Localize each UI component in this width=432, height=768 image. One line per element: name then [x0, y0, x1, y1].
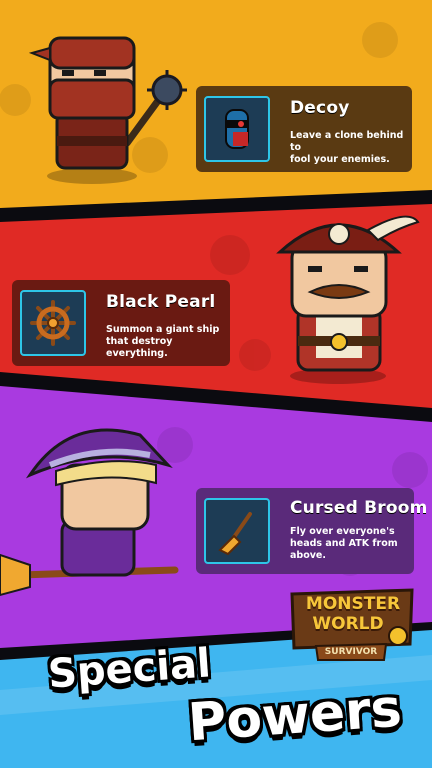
witch-character	[0, 428, 179, 597]
power-description: Summon a giant ship that destroy everyth…	[106, 324, 220, 359]
ship-wheel-icon	[20, 290, 86, 356]
pirate-character	[276, 215, 420, 384]
power-description: Fly over everyone's heads and ATK from a…	[290, 526, 398, 561]
logo-subtitle: SURVIVOR	[324, 647, 378, 657]
power-description: Leave a clone behind to fool your enemie…	[290, 130, 404, 165]
logo-line-1: MONSTER	[305, 594, 401, 614]
power-title: Black Pearl	[106, 292, 216, 312]
game-logo: MONSTER WORLD SURVIVOR	[286, 584, 418, 662]
power-card-decoy[interactable]: Decoy Leave a clone behind to fool your …	[196, 86, 412, 172]
ninja-clone-icon	[204, 96, 270, 162]
ninja-character	[28, 36, 187, 184]
promo-screen: Decoy Leave a clone behind to fool your …	[0, 0, 432, 768]
power-card-cursed-broom[interactable]: Cursed Broom Fly over everyone's heads a…	[196, 488, 427, 574]
power-title: Cursed Broom	[290, 498, 428, 518]
broom-icon	[204, 498, 270, 564]
logo-line-2: WORLD	[312, 614, 384, 634]
power-card-black-pearl[interactable]: Black Pearl Summon a giant ship that des…	[12, 280, 230, 366]
power-title: Decoy	[290, 98, 350, 118]
